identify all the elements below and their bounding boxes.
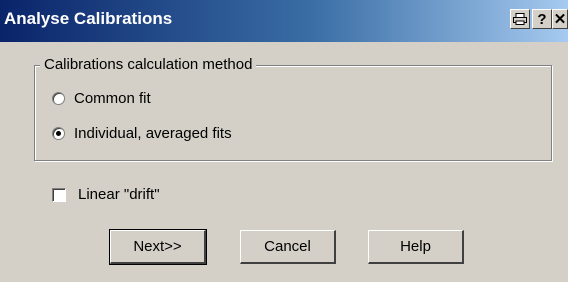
- analyse-calibrations-dialog: Analyse Calibrations ? ✕ Calibrations ca…: [0, 0, 568, 282]
- close-icon[interactable]: ✕: [552, 9, 568, 29]
- radio-individual-averaged-fits[interactable]: Individual, averaged fits: [52, 125, 232, 142]
- window-title: Analyse Calibrations: [4, 9, 173, 28]
- title-bar[interactable]: Analyse Calibrations ? ✕: [0, 0, 568, 42]
- method-groupbox: [34, 65, 552, 161]
- print-icon[interactable]: [510, 9, 530, 29]
- linear-drift-checkbox[interactable]: [52, 187, 66, 202]
- linear-drift-checkbox-row[interactable]: Linear "drift": [52, 186, 160, 203]
- help-icon[interactable]: ?: [532, 9, 552, 29]
- radio-button[interactable]: [52, 127, 65, 140]
- radio-selected-dot: [56, 131, 61, 136]
- radio-button[interactable]: [52, 92, 65, 105]
- cancel-button[interactable]: Cancel: [240, 230, 336, 264]
- help-button[interactable]: Help: [368, 230, 464, 264]
- radio-label-individual-averaged-fits: Individual, averaged fits: [74, 125, 232, 142]
- radio-common-fit[interactable]: Common fit: [52, 90, 151, 107]
- radio-label-common-fit: Common fit: [74, 90, 151, 107]
- next-button[interactable]: Next>>: [109, 229, 207, 265]
- linear-drift-label: Linear "drift": [78, 186, 160, 203]
- method-group-legend: Calibrations calculation method: [40, 56, 257, 73]
